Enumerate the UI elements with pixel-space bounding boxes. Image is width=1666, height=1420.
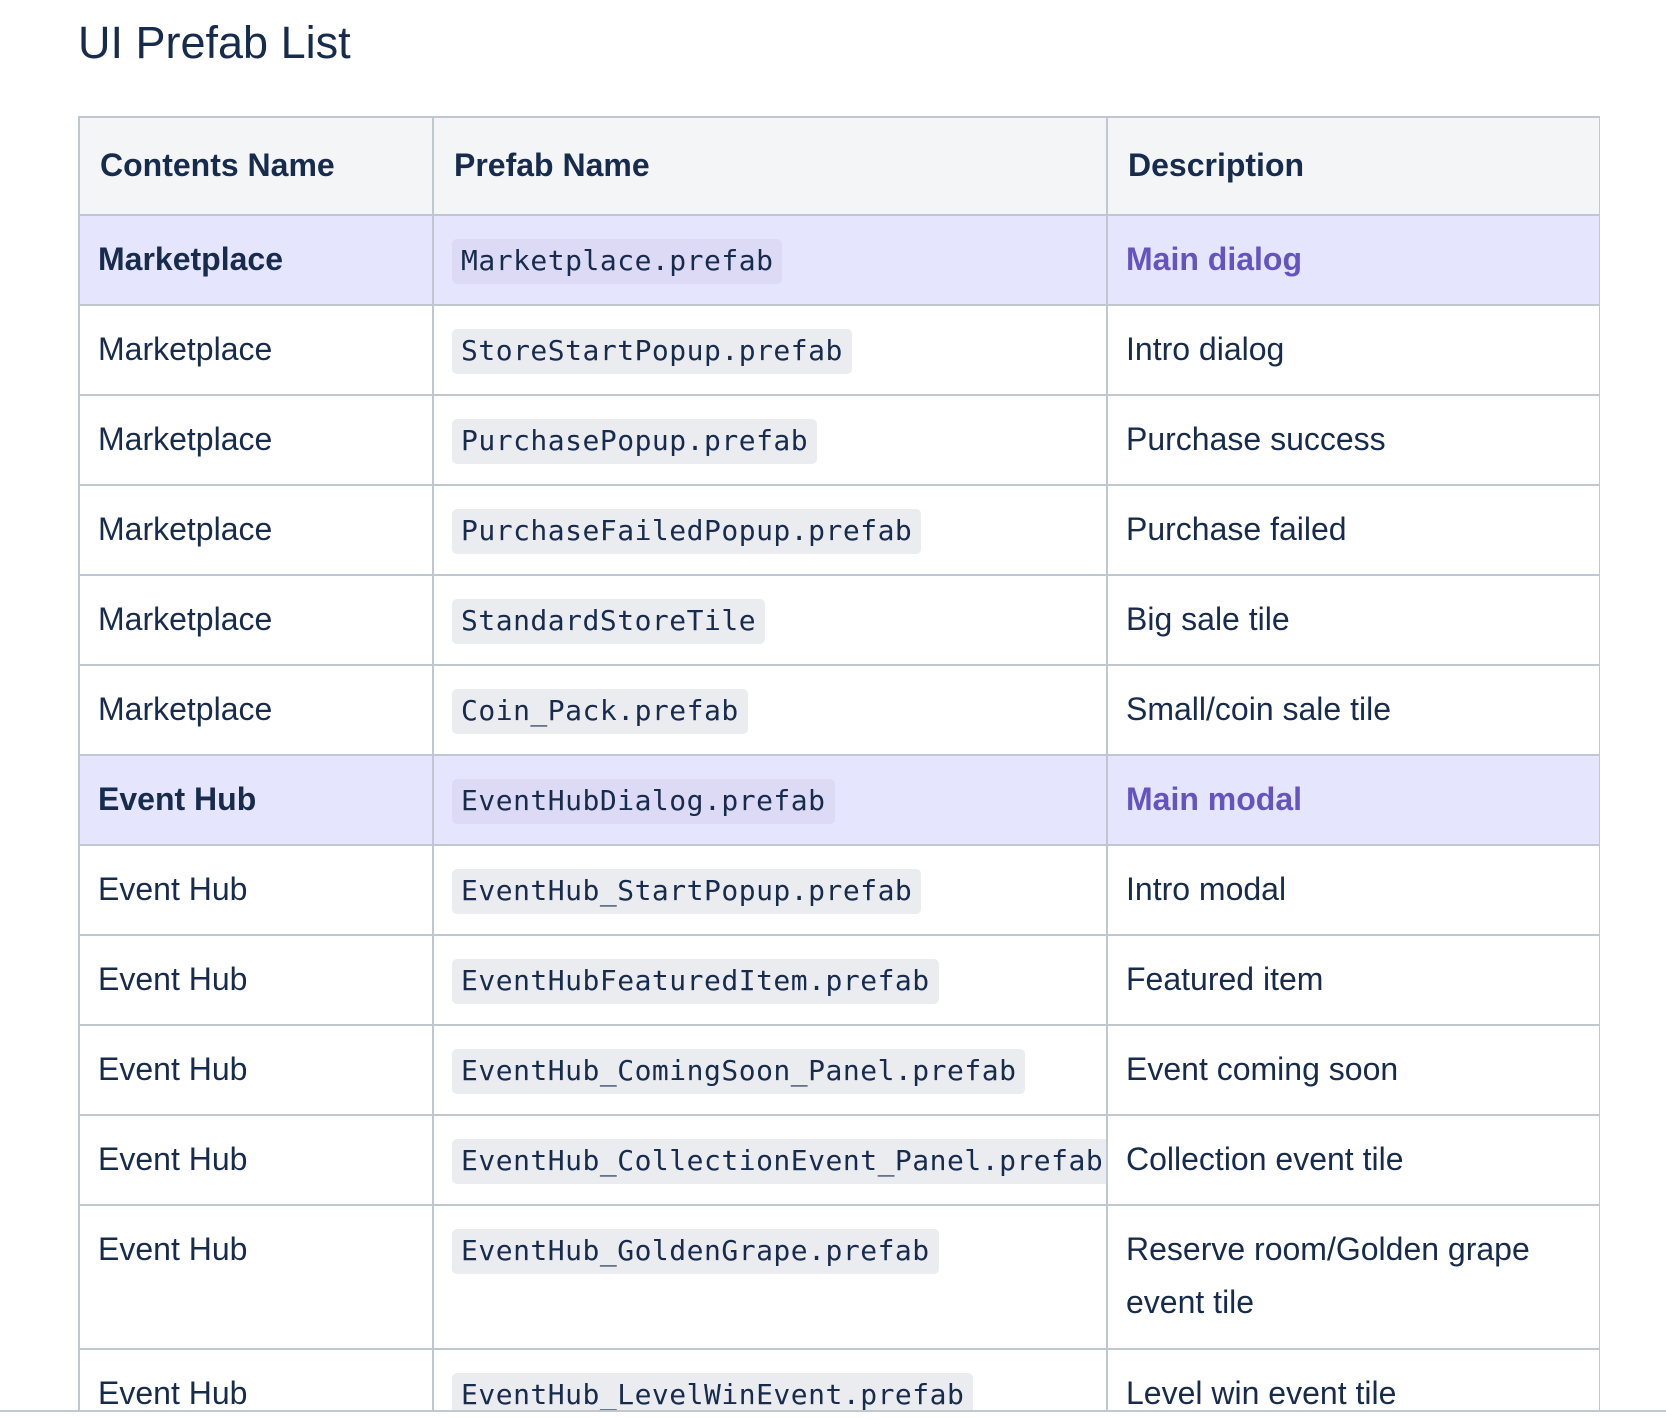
table-row: Event Hub EventHub_ComingSoon_Panel.pref… [78, 1024, 1600, 1116]
header-description: Description [1106, 116, 1600, 216]
prefab-code: EventHub_GoldenGrape.prefab [452, 1229, 939, 1274]
prefab-code: PurchaseFailedPopup.prefab [452, 509, 922, 554]
prefab-name-cell: StoreStartPopup.prefab [432, 304, 1108, 396]
prefab-table-container: Contents Name Prefab Name Description Ma… [78, 116, 1600, 1418]
prefab-name-cell: EventHub_CollectionEvent_Panel.prefab [432, 1114, 1108, 1206]
contents-name-cell: Marketplace [78, 394, 434, 486]
table-row: Marketplace Marketplace.prefab Main dial… [78, 214, 1600, 306]
table-row: Event Hub EventHub_CollectionEvent_Panel… [78, 1114, 1600, 1206]
prefab-code: StoreStartPopup.prefab [452, 329, 852, 374]
prefab-table: Contents Name Prefab Name Description Ma… [78, 116, 1600, 1418]
contents-name-cell: Marketplace [78, 664, 434, 756]
description-cell: Purchase failed [1106, 484, 1600, 576]
prefab-name-cell: EventHub_LevelWinEvent.prefab [432, 1348, 1108, 1418]
prefab-name-cell: EventHub_ComingSoon_Panel.prefab [432, 1024, 1108, 1116]
prefab-code: Coin_Pack.prefab [452, 689, 748, 734]
description-cell: Level win event tile [1106, 1348, 1600, 1418]
table-row: Event Hub EventHub_StartPopup.prefab Int… [78, 844, 1600, 936]
description-cell: Collection event tile [1106, 1114, 1600, 1206]
contents-name-cell: Event Hub [78, 754, 434, 846]
table-row: Marketplace StandardStoreTile Big sale t… [78, 574, 1600, 666]
prefab-code: EventHubDialog.prefab [452, 779, 835, 824]
table-row: Marketplace PurchaseFailedPopup.prefab P… [78, 484, 1600, 576]
table-row: Marketplace StoreStartPopup.prefab Intro… [78, 304, 1600, 396]
description-cell: Main dialog [1106, 214, 1600, 306]
contents-name-cell: Marketplace [78, 484, 434, 576]
prefab-name-cell: PurchaseFailedPopup.prefab [432, 484, 1108, 576]
description-cell: Reserve room/Golden grape event tile [1106, 1204, 1600, 1350]
contents-name-cell: Marketplace [78, 574, 434, 666]
description-cell: Featured item [1106, 934, 1600, 1026]
contents-name-cell: Event Hub [78, 1204, 434, 1350]
prefab-name-cell: EventHub_StartPopup.prefab [432, 844, 1108, 936]
prefab-code: EventHubFeaturedItem.prefab [452, 959, 939, 1004]
contents-name-cell: Event Hub [78, 1114, 434, 1206]
contents-name-cell: Event Hub [78, 934, 434, 1026]
header-contents-name: Contents Name [78, 116, 434, 216]
prefab-code: Marketplace.prefab [452, 239, 783, 284]
header-prefab-name: Prefab Name [432, 116, 1108, 216]
page-title: UI Prefab List [78, 17, 351, 68]
prefab-code: EventHub_ComingSoon_Panel.prefab [452, 1049, 1026, 1094]
prefab-code: PurchasePopup.prefab [452, 419, 818, 464]
contents-name-cell: Marketplace [78, 304, 434, 396]
table-row: Event Hub EventHubFeaturedItem.prefab Fe… [78, 934, 1600, 1026]
prefab-code: StandardStoreTile [452, 599, 766, 644]
contents-name-cell: Event Hub [78, 1024, 434, 1116]
prefab-name-cell: EventHub_GoldenGrape.prefab [432, 1204, 1108, 1350]
description-cell: Event coming soon [1106, 1024, 1600, 1116]
description-cell: Intro dialog [1106, 304, 1600, 396]
viewport-bottom-edge [0, 1410, 1666, 1420]
table-row: Marketplace Coin_Pack.prefab Small/coin … [78, 664, 1600, 756]
description-cell: Big sale tile [1106, 574, 1600, 666]
prefab-name-cell: EventHubFeaturedItem.prefab [432, 934, 1108, 1026]
description-cell: Main modal [1106, 754, 1600, 846]
description-cell: Intro modal [1106, 844, 1600, 936]
contents-name-cell: Event Hub [78, 844, 434, 936]
table-row: Event Hub EventHubDialog.prefab Main mod… [78, 754, 1600, 846]
table-row: Event Hub EventHub_GoldenGrape.prefab Re… [78, 1204, 1600, 1350]
table-row: Marketplace PurchasePopup.prefab Purchas… [78, 394, 1600, 486]
prefab-code: EventHub_CollectionEvent_Panel.prefab [452, 1139, 1105, 1184]
prefab-name-cell: Coin_Pack.prefab [432, 664, 1108, 756]
prefab-code: EventHub_StartPopup.prefab [452, 869, 922, 914]
prefab-name-cell: Marketplace.prefab [432, 214, 1108, 306]
contents-name-cell: Marketplace [78, 214, 434, 306]
description-cell: Small/coin sale tile [1106, 664, 1600, 756]
prefab-name-cell: EventHubDialog.prefab [432, 754, 1108, 846]
prefab-name-cell: StandardStoreTile [432, 574, 1108, 666]
description-cell: Purchase success [1106, 394, 1600, 486]
table-row: Event Hub EventHub_LevelWinEvent.prefab … [78, 1348, 1600, 1418]
contents-name-cell: Event Hub [78, 1348, 434, 1418]
prefab-name-cell: PurchasePopup.prefab [432, 394, 1108, 486]
table-header-row: Contents Name Prefab Name Description [78, 116, 1600, 216]
